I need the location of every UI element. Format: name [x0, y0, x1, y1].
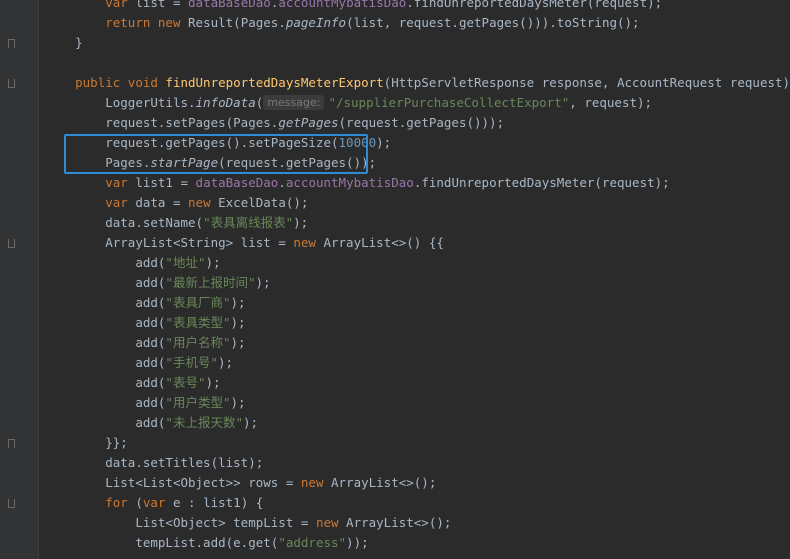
- parameter-hint: message:: [263, 95, 325, 110]
- fold-marker-icon[interactable]: [8, 39, 15, 48]
- code-line: add("地址");: [135, 255, 221, 270]
- code-line: }};: [105, 435, 128, 450]
- code-line: List<Object> tempList = new ArrayList<>(…: [135, 515, 452, 530]
- code-line: for (var e : list1) {: [105, 495, 264, 510]
- code-line: var list = dataBaseDao.accountMybatisDao…: [105, 0, 663, 10]
- code-line: add("最新上报时间");: [135, 275, 271, 290]
- code-line: var list1 = dataBaseDao.accountMybatisDa…: [105, 175, 670, 190]
- code-line: ArrayList<String> list = new ArrayList<>…: [105, 235, 444, 250]
- code-line: return new Result(Pages.pageInfo(list, r…: [105, 15, 640, 30]
- fold-marker-icon[interactable]: [8, 499, 15, 508]
- code-line: }: [75, 35, 83, 50]
- code-line: add("手机号");: [135, 355, 234, 370]
- code-line: add("表具类型");: [135, 315, 246, 330]
- code-editor[interactable]: var list = dataBaseDao.accountMybatisDao…: [0, 0, 790, 559]
- code-line: List<List<Object>> rows = new ArrayList<…: [105, 475, 437, 490]
- code-line: LoggerUtils.infoData(message: "/supplierP…: [105, 95, 653, 110]
- gutter-separator: [38, 0, 39, 559]
- code-lines[interactable]: var list = dataBaseDao.accountMybatisDao…: [45, 0, 790, 553]
- code-line: tempList.add(e.get("address"));: [135, 535, 369, 550]
- code-line: data.setTitles(list);: [105, 455, 264, 470]
- code-line: add("用户类型");: [135, 395, 246, 410]
- highlight-box: [64, 134, 368, 174]
- code-line: add("用户名称");: [135, 335, 246, 350]
- code-line: add("表具厂商");: [135, 295, 246, 310]
- code-line: public void findUnreportedDaysMeterExpor…: [75, 75, 790, 90]
- fold-marker-icon[interactable]: [8, 79, 15, 88]
- fold-marker-icon[interactable]: [8, 239, 15, 248]
- code-line: add("未上报天数");: [135, 415, 259, 430]
- code-line: add("表号");: [135, 375, 221, 390]
- editor-gutter: [0, 0, 38, 559]
- fold-marker-icon[interactable]: [8, 439, 15, 448]
- code-line: data.setName("表具离线报表");: [105, 215, 309, 230]
- code-line: request.setPages(Pages.getPages(request.…: [105, 115, 505, 130]
- code-line: var data = new ExcelData();: [105, 195, 309, 210]
